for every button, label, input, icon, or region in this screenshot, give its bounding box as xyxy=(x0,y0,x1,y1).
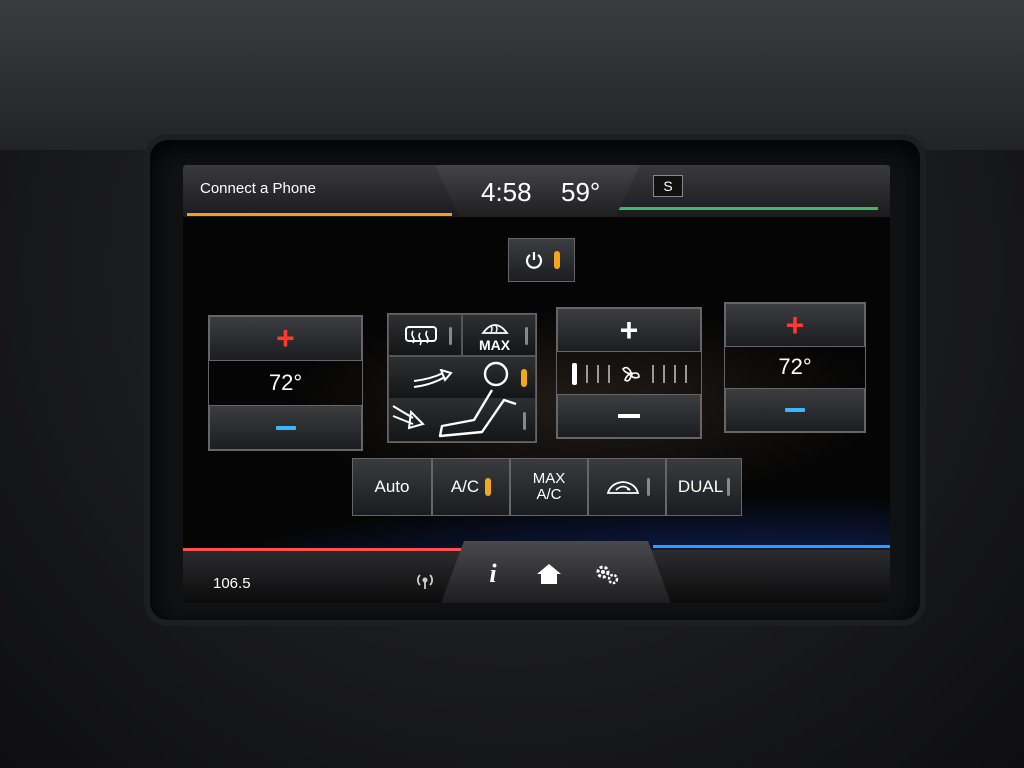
auto-label: Auto xyxy=(374,477,410,496)
dual-label: DUAL xyxy=(677,477,724,496)
airflow-feet-icon xyxy=(392,405,425,430)
max-ac-label-bottom: A/C xyxy=(536,486,562,503)
fan-level-tick xyxy=(596,365,599,383)
passenger-temp-down-button[interactable] xyxy=(725,388,865,432)
max-defrost-icon xyxy=(481,324,509,334)
ac-label: A/C xyxy=(450,477,480,496)
driver-temp-value: 72° xyxy=(268,370,303,395)
radio-signal-icon xyxy=(417,574,433,589)
home-button[interactable] xyxy=(521,551,577,597)
radio-frequency[interactable]: 106.5 xyxy=(213,575,251,592)
airflow-panel: MAX xyxy=(387,313,537,443)
home-icon xyxy=(537,564,561,584)
fan-speed-down-button[interactable] xyxy=(557,394,701,438)
fan-level-tick xyxy=(662,365,665,383)
touchscreen: Connect a Phone 4:58 59° S + 72° MAX + +… xyxy=(183,165,890,603)
max-ac-button[interactable]: MAX A/C xyxy=(510,458,588,516)
gear-icon xyxy=(596,565,619,585)
settings-button[interactable] xyxy=(579,551,635,597)
passenger-temp-panel: + 72° xyxy=(724,302,866,433)
plus-icon: + xyxy=(619,311,639,348)
power-indicator xyxy=(553,251,560,269)
fan-level-indicator xyxy=(557,354,701,394)
fan-speed-up-button[interactable]: + xyxy=(557,308,701,352)
driver-temp-panel: + 72° xyxy=(208,315,363,451)
phone-accent-line xyxy=(187,213,452,216)
climate-accent-line xyxy=(653,545,890,548)
driver-temp-up-button[interactable]: + xyxy=(209,316,362,361)
max-defrost-label: MAX xyxy=(479,337,511,353)
rear-defrost-indicator xyxy=(449,327,452,345)
plus-icon: + xyxy=(785,306,805,343)
minus-icon xyxy=(785,408,805,412)
max-defrost-button[interactable]: MAX xyxy=(462,314,536,356)
fan-level-tick xyxy=(585,365,588,383)
fan-level-tick xyxy=(684,365,687,383)
info-icon: i xyxy=(489,559,497,588)
climate-function-row: Auto A/C MAX A/C DUAL xyxy=(352,458,742,516)
passenger-temp-value: 72° xyxy=(778,354,812,379)
max-defrost-indicator xyxy=(525,327,528,345)
connect-phone-label[interactable]: Connect a Phone xyxy=(200,180,316,197)
recirculation-icon xyxy=(606,481,639,494)
minus-icon xyxy=(618,414,640,418)
fan-level-tick xyxy=(673,365,676,383)
recirculation-indicator xyxy=(646,478,650,496)
rear-defrost-icon xyxy=(405,326,437,346)
fan-icon xyxy=(621,366,640,382)
clock: 4:58 xyxy=(481,177,532,207)
plus-icon: + xyxy=(276,320,295,356)
recirculation-button[interactable] xyxy=(588,458,666,516)
fan-level-tick xyxy=(571,363,577,385)
dual-button[interactable]: DUAL xyxy=(666,458,742,516)
passenger-temp-up-button[interactable]: + xyxy=(725,303,865,347)
ac-indicator xyxy=(485,478,492,496)
fan-level-tick xyxy=(651,365,654,383)
minus-icon xyxy=(275,425,296,430)
driver-temp-down-button[interactable] xyxy=(209,405,362,450)
fan-speed-panel: + xyxy=(556,307,702,439)
info-button[interactable]: i xyxy=(465,551,521,597)
climate-power-button[interactable] xyxy=(508,238,575,282)
max-ac-label-top: MAX xyxy=(532,470,566,487)
dual-indicator xyxy=(727,478,731,496)
dashboard-trim xyxy=(0,0,1024,150)
power-icon xyxy=(525,252,542,269)
audio-accent-line xyxy=(183,548,473,551)
sync-badge: S xyxy=(653,175,683,197)
outside-temperature: 59° xyxy=(561,177,601,207)
nav-accent-line xyxy=(613,207,878,210)
auto-button[interactable]: Auto xyxy=(352,458,432,516)
seated-person-icon xyxy=(438,361,517,438)
clock-notch xyxy=(435,165,640,217)
rear-defrost-button[interactable] xyxy=(388,314,462,356)
fan-level-tick xyxy=(607,365,610,383)
ac-button[interactable]: A/C xyxy=(432,458,510,516)
